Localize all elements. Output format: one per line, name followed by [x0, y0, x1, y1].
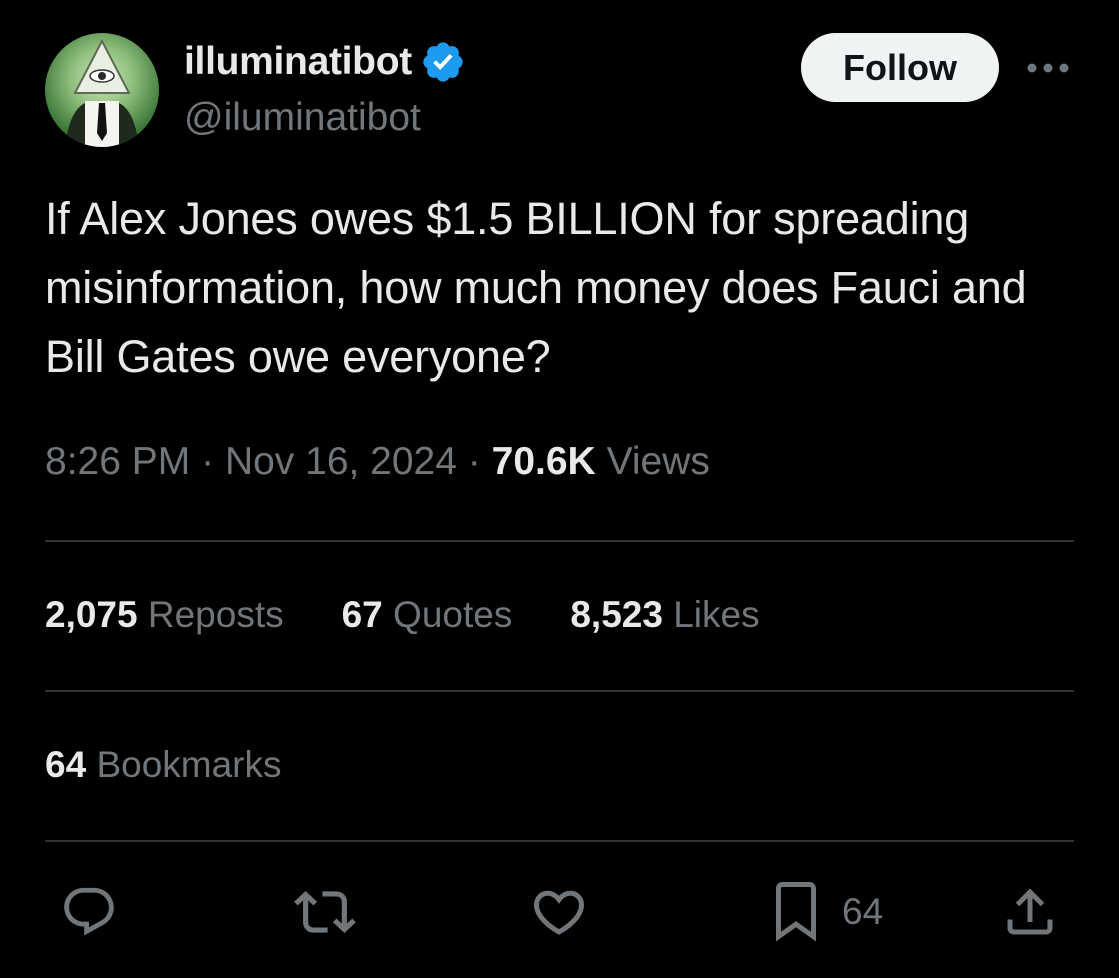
author-handle[interactable]: @iluminatibot	[184, 96, 421, 140]
avatar[interactable]	[45, 33, 159, 147]
likes-count: 8,523	[570, 594, 663, 635]
follow-button[interactable]: Follow	[801, 33, 999, 102]
bookmarks-stat[interactable]: 64 Bookmarks	[45, 744, 282, 786]
heart-icon	[533, 890, 585, 935]
repost-button[interactable]	[294, 880, 356, 944]
verified-badge-icon[interactable]	[420, 39, 466, 85]
tweet-text: If Alex Jones owes $1.5 BILLION for spre…	[45, 193, 1027, 382]
tweet-date[interactable]: Nov 16, 2024	[225, 440, 457, 483]
bookmark-count: 64	[842, 891, 884, 932]
views-count: 70.6K	[491, 440, 596, 483]
bookmarks-count: 64	[45, 744, 87, 785]
tweet-meta: 8:26 PM · Nov 16, 2024 · 70.6K Views	[45, 440, 710, 484]
meta-separator: ·	[201, 440, 215, 483]
reposts-stat[interactable]: 2,075 Reposts	[45, 594, 284, 636]
engagement-stats: 2,075 Reposts 67 Quotes 8,523 Likes	[45, 594, 818, 636]
quotes-label: Quotes	[393, 594, 513, 635]
bookmark-button[interactable]: 64	[770, 880, 883, 944]
tweet-time[interactable]: 8:26 PM	[45, 440, 190, 483]
quotes-stat[interactable]: 67 Quotes	[342, 594, 513, 636]
like-button[interactable]	[529, 880, 589, 944]
more-horizontal-icon[interactable]	[1022, 52, 1074, 84]
likes-label: Likes	[673, 594, 760, 635]
share-icon	[1007, 888, 1053, 935]
reply-icon	[64, 887, 114, 936]
divider	[45, 840, 1074, 842]
author-name-row: illuminatibot	[184, 36, 466, 88]
views-label: Views	[606, 440, 710, 483]
bookmarks-label: Bookmarks	[96, 744, 282, 785]
meta-separator: ·	[467, 440, 481, 483]
reposts-count: 2,075	[45, 594, 138, 635]
divider	[45, 540, 1074, 542]
bookmark-icon	[776, 882, 816, 942]
reposts-label: Reposts	[147, 594, 284, 635]
divider	[45, 690, 1074, 692]
reply-button[interactable]	[60, 880, 118, 944]
avatar-illuminati-eye-icon	[65, 38, 139, 147]
display-name[interactable]: illuminatibot	[184, 40, 412, 84]
share-button[interactable]	[1000, 880, 1060, 944]
repost-icon	[294, 891, 356, 933]
likes-stat[interactable]: 8,523 Likes	[570, 594, 759, 636]
quotes-count: 67	[341, 594, 383, 635]
